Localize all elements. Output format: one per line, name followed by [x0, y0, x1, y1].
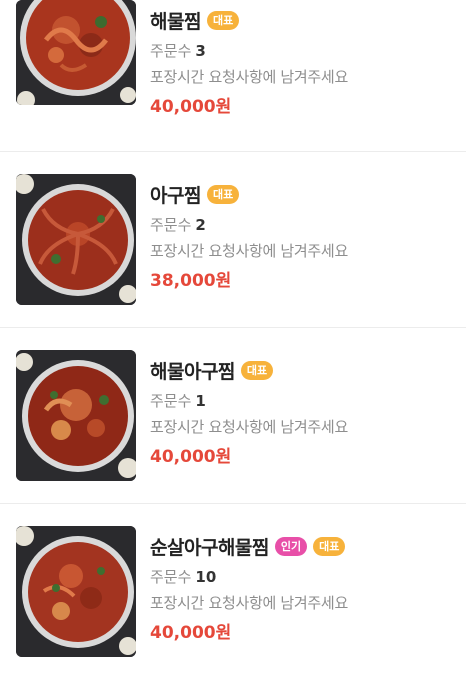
order-count-value: 1: [195, 392, 206, 410]
order-count-value: 3: [195, 42, 206, 60]
menu-item[interactable]: 해물아구찜 대표 주문수 1 포장시간 요청사항에 남겨주세요 40,000원: [0, 328, 466, 504]
badge-representative: 대표: [206, 184, 240, 204]
menu-item-image[interactable]: [16, 526, 136, 657]
menu-item-image[interactable]: [16, 174, 136, 305]
seafood-monkfish-dish-image: [16, 350, 136, 481]
menu-item-note: 포장시간 요청사항에 남겨주세요: [150, 418, 348, 436]
menu-item[interactable]: 해물찜 대표 주문수 3 포장시간 요청사항에 남겨주세요 40,000원: [0, 0, 466, 152]
menu-item-name: 순살아구해물찜: [150, 536, 269, 559]
order-count-label: 주문수: [150, 392, 192, 410]
menu-item-price: 40,000원: [150, 623, 232, 643]
menu-item[interactable]: 아구찜 대표 주문수 2 포장시간 요청사항에 남겨주세요 38,000원: [0, 152, 466, 328]
menu-item[interactable]: 순살아구해물찜 인기 대표 주문수 10 포장시간 요청사항에 남겨주세요 40,…: [0, 504, 466, 680]
order-count-label: 주문수: [150, 568, 192, 586]
menu-item-note: 포장시간 요청사항에 남겨주세요: [150, 242, 348, 260]
order-count-label: 주문수: [150, 42, 192, 60]
order-count-label: 주문수: [150, 216, 192, 234]
menu-item-price: 38,000원: [150, 271, 232, 291]
order-count-value: 10: [195, 568, 217, 586]
boneless-monkfish-seafood-dish-image: [16, 526, 136, 657]
order-count-value: 2: [195, 216, 206, 234]
menu-item-image[interactable]: [16, 0, 136, 105]
menu-item-info: 아구찜 대표 주문수 2 포장시간 요청사항에 남겨주세요 38,000원: [150, 180, 348, 293]
menu-item-note: 포장시간 요청사항에 남겨주세요: [150, 594, 348, 612]
menu-item-name: 해물아구찜: [150, 360, 235, 383]
badge-popular: 인기: [274, 536, 308, 556]
seafood-dish-image: [16, 0, 136, 105]
order-count: 주문수 3: [150, 41, 348, 61]
menu-item-name: 아구찜: [150, 184, 201, 207]
menu-item-info: 순살아구해물찜 인기 대표 주문수 10 포장시간 요청사항에 남겨주세요 40,…: [150, 532, 348, 645]
order-count: 주문수 10: [150, 567, 348, 587]
monkfish-dish-image: [16, 174, 136, 305]
order-count: 주문수 2: [150, 215, 348, 235]
menu-item-price: 40,000원: [150, 97, 232, 117]
badge-representative: 대표: [240, 360, 274, 380]
menu-item-name: 해물찜: [150, 10, 201, 33]
order-count: 주문수 1: [150, 391, 348, 411]
menu-item-info: 해물찜 대표 주문수 3 포장시간 요청사항에 남겨주세요 40,000원: [150, 6, 348, 119]
menu-list: 해물찜 대표 주문수 3 포장시간 요청사항에 남겨주세요 40,000원 아구…: [0, 0, 466, 661]
badge-representative: 대표: [313, 536, 346, 556]
menu-item-image[interactable]: [16, 350, 136, 481]
menu-item-price: 40,000원: [150, 447, 232, 467]
badge-representative: 대표: [206, 10, 240, 30]
menu-item-info: 해물아구찜 대표 주문수 1 포장시간 요청사항에 남겨주세요 40,000원: [150, 356, 348, 469]
menu-item-note: 포장시간 요청사항에 남겨주세요: [150, 68, 348, 86]
